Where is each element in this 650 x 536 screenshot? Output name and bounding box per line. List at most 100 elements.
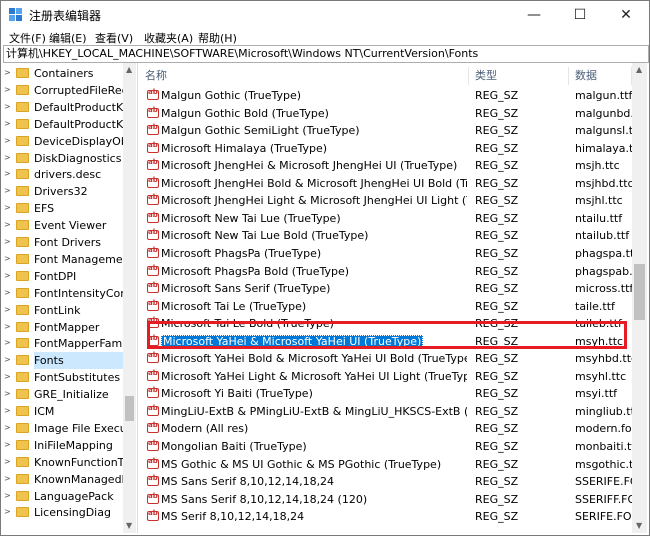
expand-arrow-icon[interactable]: > xyxy=(4,305,11,314)
tree-item[interactable]: > FontDPI xyxy=(1,268,123,285)
tree-item[interactable]: > Font Management xyxy=(1,251,124,268)
value-row[interactable]: MS Sans Serif 8,10,12,14,18,24 REG_SZ SSER… xyxy=(139,473,632,491)
close-button[interactable]: ✕ xyxy=(603,1,649,29)
column-type-header[interactable]: 类型 xyxy=(469,67,569,85)
menu-file[interactable]: 文件(F) xyxy=(9,30,46,46)
value-row[interactable]: Mongolian Baiti (TrueType) REG_SZ monbaiti… xyxy=(139,438,632,456)
tree-item[interactable]: > FontIntensityCorre xyxy=(1,285,124,302)
value-row[interactable]: Microsoft PhagsPa (TrueType) REG_SZ phagsp… xyxy=(139,245,632,263)
column-data-header[interactable]: 数据 xyxy=(569,67,632,85)
expand-arrow-icon[interactable]: > xyxy=(4,407,11,415)
expand-arrow-icon[interactable]: > xyxy=(4,457,11,466)
value-row[interactable]: MS Serif 8,10,12,14,18,24 REG_SZ SERIFE.FO… xyxy=(139,508,632,526)
tree-scroll-down-icon[interactable]: ▼ xyxy=(126,521,132,530)
list-scroll-thumb[interactable] xyxy=(634,264,645,320)
tree-item[interactable]: > DiskDiagnostics xyxy=(1,150,123,167)
tree-item[interactable]: > Drivers32 xyxy=(1,183,123,200)
tree-item[interactable]: > IniFileMapping xyxy=(1,437,123,454)
tree-item[interactable]: > FontSubstitutes xyxy=(1,369,123,386)
expand-arrow-icon[interactable]: > xyxy=(4,102,11,111)
expand-arrow-icon[interactable]: > xyxy=(4,322,11,331)
tree-item[interactable]: > LanguagePack xyxy=(1,488,123,505)
value-row[interactable]: Microsoft JhengHei Light & Microsoft Jhe… xyxy=(139,192,632,210)
expand-arrow-icon[interactable]: > xyxy=(4,390,11,398)
tree-item[interactable]: > Event Viewer xyxy=(1,217,123,234)
tree-item[interactable]: > GRE_Initialize xyxy=(1,386,123,403)
menu-view[interactable]: 查看(V) xyxy=(95,30,133,46)
expand-arrow-icon[interactable]: > xyxy=(4,238,11,246)
value-row[interactable]: Malgun Gothic (TrueType) REG_SZ malgun.ttf xyxy=(139,87,632,105)
tree-item[interactable]: > FontLink xyxy=(1,302,123,319)
expand-arrow-icon[interactable]: > xyxy=(4,187,11,195)
tree-item[interactable]: > Containers xyxy=(1,65,123,82)
menu-favorites[interactable]: 收藏夹(A) xyxy=(144,30,193,46)
expand-arrow-icon[interactable]: > xyxy=(4,221,11,229)
value-row[interactable]: MS Sans Serif 8,10,12,14,18,24 (120) REG_… xyxy=(139,491,632,509)
value-row[interactable]: Microsoft Sans Serif (TrueType) REG_SZ mic… xyxy=(139,280,632,298)
menu-edit[interactable]: 编辑(E) xyxy=(49,30,87,46)
expand-arrow-icon[interactable]: > xyxy=(4,204,11,212)
expand-arrow-icon[interactable]: > xyxy=(4,474,11,483)
value-row[interactable]: Microsoft Tai Le (TrueType) REG_SZ taile.t… xyxy=(139,298,632,316)
value-row[interactable]: MS Gothic & MS UI Gothic & MS PGothic (T… xyxy=(139,456,632,474)
tree-item[interactable]: > CorruptedFileRecc xyxy=(1,82,124,99)
expand-arrow-icon[interactable]: > xyxy=(4,440,11,449)
value-row[interactable]: Modern (All res) REG_SZ modern.fon xyxy=(139,420,632,438)
expand-arrow-icon[interactable]: > xyxy=(4,508,11,516)
tree-item[interactable]: > Image File Executi xyxy=(1,420,124,437)
expand-arrow-icon[interactable]: > xyxy=(4,271,11,280)
expand-arrow-icon[interactable]: > xyxy=(4,491,11,500)
value-row[interactable]: Malgun Gothic SemiLight (TrueType) REG_SZ… xyxy=(139,122,632,140)
value-row[interactable]: Microsoft YaHei Bold & Microsoft YaHei U… xyxy=(139,350,632,368)
expand-arrow-icon[interactable]: > xyxy=(4,119,11,128)
expand-arrow-icon[interactable]: > xyxy=(4,85,11,94)
tree-item[interactable]: > drivers.desc xyxy=(1,166,123,183)
tree-item[interactable]: > Fonts xyxy=(1,352,124,370)
minimize-button[interactable]: — xyxy=(511,1,557,29)
expand-arrow-icon[interactable]: > xyxy=(4,136,11,145)
expand-arrow-icon[interactable]: > xyxy=(4,423,11,432)
expand-arrow-icon[interactable]: > xyxy=(4,254,11,263)
expand-arrow-icon[interactable]: > xyxy=(4,373,11,381)
value-row[interactable]: Microsoft JhengHei & Microsoft JhengHei … xyxy=(139,157,632,175)
tree-item[interactable]: > DefaultProductKey xyxy=(1,116,124,133)
tree-item[interactable]: > DeviceDisplayObje xyxy=(1,133,124,150)
tree-item[interactable]: > FontMapper xyxy=(1,319,123,336)
tree-item[interactable]: > DefaultProductKey xyxy=(1,99,124,116)
expand-arrow-icon[interactable]: > xyxy=(4,170,11,178)
title-bar[interactable]: 注册表编辑器 — ☐ ✕ xyxy=(1,1,649,29)
tree-item[interactable]: > KnownManagedDe xyxy=(1,471,124,488)
value-row[interactable]: Microsoft New Tai Lue Bold (TrueType) REG… xyxy=(139,227,632,245)
value-row[interactable]: Microsoft Yi Baiti (TrueType) REG_SZ msyi.… xyxy=(139,385,632,403)
tree-scrollbar[interactable] xyxy=(123,63,136,533)
menu-help[interactable]: 帮助(H) xyxy=(198,30,237,46)
tree-item[interactable]: > LicensingDiag xyxy=(1,504,123,521)
list-scroll-down-icon[interactable]: ▼ xyxy=(636,521,642,530)
value-row[interactable]: Microsoft JhengHei Bold & Microsoft Jhen… xyxy=(139,175,632,193)
value-row[interactable]: Malgun Gothic Bold (TrueType) REG_SZ malgu… xyxy=(139,105,632,123)
expand-arrow-icon[interactable]: > xyxy=(4,153,11,162)
maximize-button[interactable]: ☐ xyxy=(557,1,603,29)
tree-item[interactable]: > FontMapperFamily xyxy=(1,335,124,352)
value-row[interactable]: Microsoft Himalaya (TrueType) REG_SZ himal… xyxy=(139,140,632,158)
value-row[interactable]: MingLiU-ExtB & PMingLiU-ExtB & MingLiU_H… xyxy=(139,403,632,421)
window-title: 注册表编辑器 xyxy=(29,9,102,23)
expand-arrow-icon[interactable]: > xyxy=(4,339,11,347)
tree-scroll-thumb[interactable] xyxy=(125,396,134,421)
expand-arrow-icon[interactable]: > xyxy=(4,356,11,364)
expand-arrow-icon[interactable]: > xyxy=(4,69,11,77)
column-name-header[interactable]: 名称 xyxy=(139,67,469,85)
value-row[interactable]: Microsoft YaHei Light & Microsoft YaHei … xyxy=(139,368,632,386)
tree-item[interactable]: > Font Drivers xyxy=(1,234,123,251)
value-row[interactable]: Microsoft PhagsPa Bold (TrueType) REG_SZ p… xyxy=(139,263,632,281)
list-scroll-up-icon[interactable]: ▲ xyxy=(636,65,642,74)
tree-item[interactable]: > ICM xyxy=(1,403,123,420)
value-row[interactable]: Microsoft New Tai Lue (TrueType) REG_SZ nt… xyxy=(139,210,632,228)
tree-scroll-up-icon[interactable]: ▲ xyxy=(126,65,132,74)
value-data: himalaya.ttf xyxy=(575,141,632,155)
address-bar[interactable]: 计算机\HKEY_LOCAL_MACHINE\SOFTWARE\Microsof… xyxy=(3,45,649,63)
key-tree[interactable]: > Containers > CorruptedFileRecc > DefaultPro… xyxy=(1,63,138,533)
expand-arrow-icon[interactable]: > xyxy=(4,288,11,297)
tree-item[interactable]: > KnownFunctionTab xyxy=(1,454,124,471)
tree-item[interactable]: > EFS xyxy=(1,200,123,217)
